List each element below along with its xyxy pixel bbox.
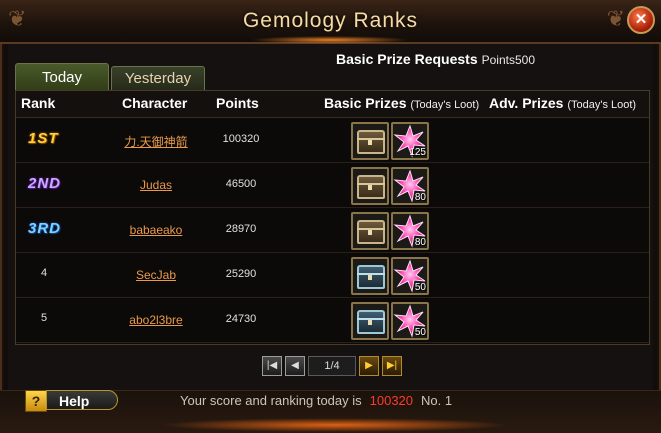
points-value: 100320 <box>222 133 260 145</box>
rank-number: 5 <box>40 312 48 324</box>
basic-prizes-label: Basic Prizes <box>324 95 407 111</box>
basic-prize-slot[interactable] <box>351 302 389 340</box>
rank-medal: 1ST <box>28 130 59 147</box>
star-quantity: 80 <box>414 192 426 203</box>
column-basic-prizes: Basic Prizes (Today's Loot) <box>324 95 479 111</box>
score-summary: Your score and ranking today is 100320 No.… <box>180 393 452 408</box>
basic-prize-requests-points: Points500 <box>481 53 535 67</box>
ornament-right-icon: ❦ <box>606 6 625 31</box>
silver-chest-icon <box>357 265 385 289</box>
rank-medal: 3RD <box>28 220 62 237</box>
page-indicator: 1/4 <box>308 356 356 376</box>
rank-medal: 2ND <box>28 175 62 192</box>
table-row: 3RD babaeako 28970 80 <box>16 208 649 253</box>
ranking-table: Rank Character Points Basic Prizes (Toda… <box>15 90 650 345</box>
score-value: 100320 <box>369 393 414 408</box>
star-quantity: 50 <box>414 282 426 293</box>
next-page-button[interactable]: ▶ <box>359 356 379 376</box>
score-prefix: Your score and ranking today is <box>180 393 362 408</box>
points-value: 25290 <box>225 268 257 280</box>
tab-today[interactable]: Today <box>15 63 109 91</box>
basic-prize-slot[interactable] <box>351 122 389 160</box>
adv-prize-slot[interactable]: 50 <box>391 302 429 340</box>
adv-prizes-note: (Today's Loot) <box>567 99 637 111</box>
silver-chest-icon <box>357 310 385 334</box>
table-row: 2ND Judas 46500 80 <box>16 163 649 208</box>
adv-prize-slot[interactable]: 125 <box>391 122 429 160</box>
table-row: 4 SecJab 25290 50 <box>16 253 649 298</box>
window-title: Gemology Ranks <box>242 9 419 32</box>
help-button[interactable]: Help <box>46 390 118 410</box>
title-bar: ❦ Gemology Ranks ❦ ✕ <box>0 0 661 44</box>
column-points: Points <box>216 95 259 111</box>
adv-prize-slot[interactable]: 50 <box>391 257 429 295</box>
basic-prizes-note: (Today's Loot) <box>410 99 480 111</box>
column-adv-prizes: Adv. Prizes (Today's Loot) <box>489 95 636 111</box>
points-value: 24730 <box>225 313 257 325</box>
table-header: Rank Character Points Basic Prizes (Toda… <box>16 91 649 118</box>
first-page-button[interactable]: |◀ <box>262 356 282 376</box>
treasure-chest-icon <box>357 220 385 244</box>
star-quantity: 125 <box>409 147 426 158</box>
adv-prize-slot[interactable]: 80 <box>391 212 429 250</box>
points-value: 28970 <box>225 223 257 235</box>
basic-prize-slot[interactable] <box>351 212 389 250</box>
character-link[interactable]: 力.天御神箭 <box>96 133 216 150</box>
footer-glow <box>160 418 510 432</box>
column-character: Character <box>122 95 188 111</box>
basic-prize-requests-label: Basic Prize Requests <box>336 51 478 67</box>
tab-yesterday[interactable]: Yesterday <box>111 66 205 91</box>
treasure-chest-icon <box>357 175 385 199</box>
character-link[interactable]: SecJab <box>96 268 216 282</box>
adv-prize-slot[interactable]: 80 <box>391 167 429 205</box>
column-rank: Rank <box>21 95 56 111</box>
table-row: 1ST 力.天御神箭 100320 125 <box>16 118 649 163</box>
help-question-icon[interactable]: ? <box>25 390 47 412</box>
points-value: 46500 <box>225 178 257 190</box>
last-page-button[interactable]: ▶| <box>382 356 402 376</box>
close-button[interactable]: ✕ <box>627 6 655 34</box>
star-quantity: 50 <box>414 327 426 338</box>
table-row: 5 abo2l3bre 24730 50 <box>16 298 649 343</box>
basic-prize-slot[interactable] <box>351 257 389 295</box>
star-quantity: 80 <box>414 237 426 248</box>
adv-prizes-label: Adv. Prizes <box>489 95 564 111</box>
rank-text: No. 1 <box>421 393 453 408</box>
treasure-chest-icon <box>357 130 385 154</box>
basic-prize-slot[interactable] <box>351 167 389 205</box>
rank-number: 4 <box>40 267 48 279</box>
prev-page-button[interactable]: ◀ <box>285 356 305 376</box>
character-link[interactable]: Judas <box>96 178 216 192</box>
character-link[interactable]: abo2l3bre <box>96 313 216 327</box>
basic-prize-requests: Basic Prize Requests Points500 <box>336 51 535 67</box>
character-link[interactable]: babaeako <box>96 223 216 237</box>
gemology-ranks-window: ❦ Gemology Ranks ❦ ✕ Basic Prize Request… <box>0 0 661 433</box>
